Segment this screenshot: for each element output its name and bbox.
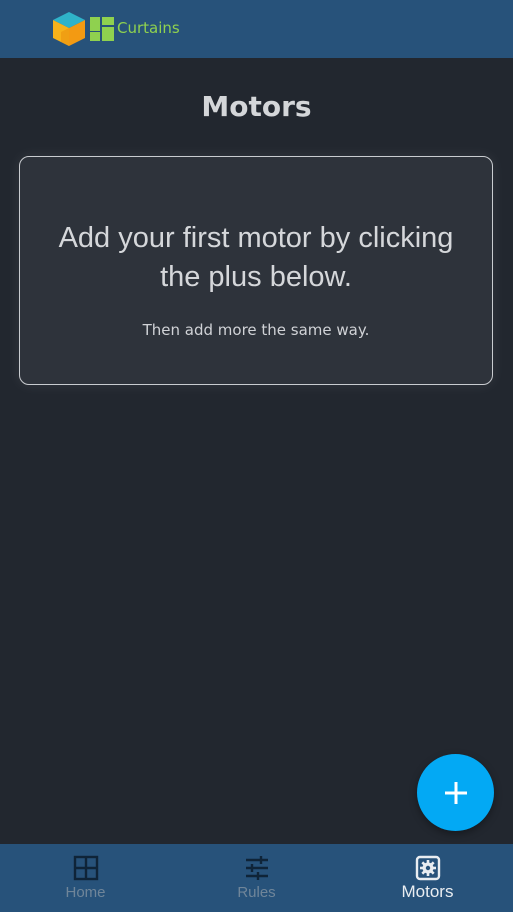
app-root: Curtains Motors Add your first motor by …: [0, 0, 513, 912]
page-title: Motors: [201, 90, 312, 123]
nav-label-home: Home: [65, 884, 106, 901]
app-header: Curtains: [0, 0, 513, 58]
cube-logo-icon: [53, 12, 85, 46]
empty-state-card: Add your first motor by clicking the plu…: [19, 156, 493, 385]
bottom-nav: Home Rules Motors: [0, 844, 513, 912]
nav-item-rules[interactable]: Rules: [171, 844, 342, 912]
grid-logo-icon: [90, 17, 114, 41]
motor-gear-icon: [415, 855, 440, 881]
empty-state-subtext: Then add more the same way.: [142, 321, 370, 339]
nav-item-motors[interactable]: Motors: [342, 844, 513, 912]
grid-icon: [73, 855, 98, 881]
nav-label-rules: Rules: [237, 884, 276, 901]
plus-icon: [444, 781, 467, 804]
brand-name: Curtains: [117, 19, 180, 37]
nav-label-motors: Motors: [401, 882, 454, 901]
add-motor-button[interactable]: [417, 754, 494, 831]
nav-item-home[interactable]: Home: [0, 844, 171, 912]
empty-state-heading: Add your first motor by clicking the plu…: [58, 222, 454, 293]
sliders-icon: [245, 856, 268, 880]
